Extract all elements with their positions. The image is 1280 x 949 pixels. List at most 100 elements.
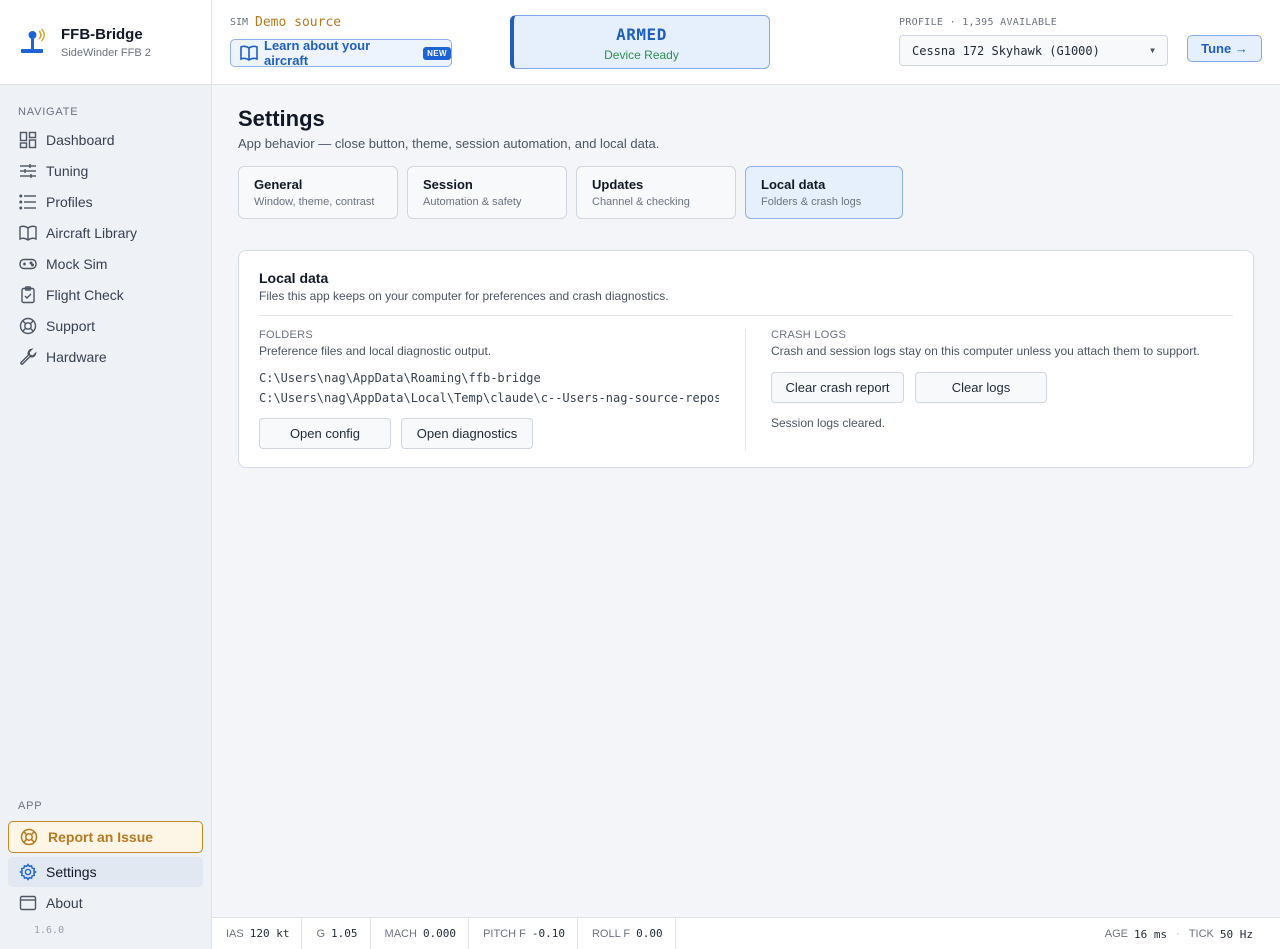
sidebar-item-label: Flight Check	[46, 287, 124, 303]
profile-select[interactable]: Cessna 172 Skyhawk (G1000) ▼	[899, 35, 1168, 66]
age-label: AGE	[1104, 928, 1129, 940]
report-issue-label: Report an Issue	[48, 829, 154, 845]
sidebar-item-label: Aircraft Library	[46, 225, 138, 241]
lifebuoy-icon	[18, 316, 38, 336]
timing-readout: AGE 16 ms · TICK 50 Hz	[1105, 918, 1253, 949]
tab-label: Local data	[761, 177, 826, 192]
sidebar-item-label: Settings	[46, 864, 97, 880]
tab-sublabel: Automation & safety	[423, 196, 522, 208]
mach-value: 0.000	[422, 927, 457, 940]
new-badge: NEW	[423, 46, 451, 60]
device-name: SideWinder FFB 2	[61, 46, 151, 59]
main-content: Settings App behavior — close button, th…	[212, 85, 1280, 917]
book-icon	[240, 44, 258, 62]
clear-crash-report-button[interactable]: Clear crash report	[771, 372, 904, 403]
config-folder-path: C:\Users\nag\AppData\Roaming\ffb-bridge	[259, 371, 541, 385]
card-title: Local data	[259, 270, 329, 286]
dashboard-icon	[18, 130, 38, 150]
crash-logs-description: Crash and session logs stay on this comp…	[771, 344, 1200, 358]
crash-logs-label: CRASH LOGS	[771, 329, 847, 341]
tune-button[interactable]: Tune →	[1187, 35, 1262, 62]
app-heading: APP	[18, 800, 43, 812]
joystick-logo-icon	[18, 27, 48, 57]
wrench-icon	[18, 347, 38, 367]
device-status-text: Device Ready	[604, 48, 679, 62]
temp-folder-path: C:\Users\nag\AppData\Local\Temp\claude\c…	[259, 391, 719, 405]
open-diagnostics-button[interactable]: Open diagnostics	[401, 418, 533, 449]
settings-tabs: General Window, theme, contrast Session …	[238, 166, 903, 219]
roll-label: ROLL F	[591, 927, 631, 940]
page-subtitle: App behavior — close button, theme, sess…	[238, 136, 660, 151]
ias-readout: IAS 120 kt	[212, 917, 303, 949]
age-value: 16 ms	[1134, 927, 1168, 941]
sidebar-item-label: Mock Sim	[46, 256, 108, 272]
brand-header: FFB-Bridge SideWinder FFB 2	[0, 0, 211, 85]
app-name: FFB-Bridge	[61, 25, 143, 43]
mach-label: MACH	[384, 927, 417, 940]
tab-session[interactable]: Session Automation & safety	[407, 166, 567, 219]
folders-label: FOLDERS	[259, 329, 314, 341]
tab-local-data[interactable]: Local data Folders & crash logs	[745, 166, 903, 219]
g-readout: G 1.05	[302, 917, 371, 949]
armed-status-title: ARMED	[616, 25, 667, 44]
pitch-force-readout: PITCH F -0.10	[469, 917, 578, 949]
folders-description: Preference files and local diagnostic ou…	[259, 344, 492, 358]
sidebar-item-settings[interactable]: Settings	[8, 857, 203, 887]
tab-label: Updates	[592, 177, 644, 192]
tab-general[interactable]: General Window, theme, contrast	[238, 166, 398, 219]
column-divider	[745, 329, 746, 450]
sidebar-item-about[interactable]: About	[8, 888, 203, 918]
app-version: 1.6.0	[34, 925, 65, 936]
profile-select-value: Cessna 172 Skyhawk (G1000)	[912, 43, 1100, 58]
clipboard-check-icon	[18, 285, 38, 305]
mach-readout: MACH 0.000	[371, 917, 470, 949]
report-issue-button[interactable]: Report an Issue	[8, 821, 203, 853]
logs-status-message: Session logs cleared.	[771, 416, 886, 430]
sidebar-item-mock-sim[interactable]: Mock Sim	[8, 249, 203, 279]
local-data-card: Local data Files this app keeps on your …	[238, 250, 1254, 468]
sidebar-item-support[interactable]: Support	[8, 311, 203, 341]
tick-label: TICK	[1188, 928, 1214, 940]
sidebar-item-label: Hardware	[46, 349, 107, 365]
tab-label: General	[254, 177, 303, 192]
armed-status-panel: ARMED Device Ready	[510, 15, 770, 69]
sidebar-item-aircraft-library[interactable]: Aircraft Library	[8, 218, 203, 248]
ias-label: IAS	[226, 927, 244, 940]
pitch-value: -0.10	[531, 927, 565, 940]
ias-value: 120 kt	[249, 927, 290, 940]
chevron-down-icon: ▼	[1150, 46, 1155, 55]
tab-sublabel: Channel & checking	[592, 196, 690, 208]
pitch-label: PITCH F	[483, 927, 526, 940]
lifebuoy-icon	[20, 827, 40, 847]
learn-aircraft-label: Learn about your aircraft	[264, 38, 371, 68]
sim-label: SIM	[230, 17, 249, 28]
open-config-button[interactable]: Open config	[259, 418, 391, 449]
window-icon	[18, 893, 38, 913]
sliders-icon	[18, 161, 38, 181]
profile-label: PROFILE · 1,395 AVAILABLE	[899, 17, 1058, 28]
nav-heading: NAVIGATE	[18, 106, 79, 118]
sidebar-item-label: Dashboard	[46, 132, 115, 148]
gamepad-icon	[18, 254, 38, 274]
sidebar-item-dashboard[interactable]: Dashboard	[8, 125, 203, 155]
tab-sublabel: Window, theme, contrast	[254, 196, 375, 208]
page-title: Settings	[238, 106, 325, 131]
clear-logs-button[interactable]: Clear logs	[915, 372, 1047, 403]
sim-source: Demo source	[255, 15, 342, 30]
sidebar-item-label: Support	[46, 318, 96, 334]
sidebar-item-label: Profiles	[46, 194, 93, 210]
sidebar: FFB-Bridge SideWinder FFB 2 NAVIGATE Das…	[0, 0, 212, 949]
tab-sublabel: Folders & crash logs	[761, 196, 862, 208]
learn-aircraft-button[interactable]: Learn about your aircraft NEW	[230, 38, 452, 68]
sidebar-item-label: Tuning	[46, 163, 89, 179]
list-icon	[18, 192, 38, 212]
sidebar-item-profiles[interactable]: Profiles	[8, 187, 203, 217]
sidebar-item-flight-check[interactable]: Flight Check	[8, 280, 203, 310]
top-bar: SIM Demo source Learn about your aircraf…	[212, 0, 1280, 85]
sidebar-item-tuning[interactable]: Tuning	[8, 156, 203, 186]
tab-updates[interactable]: Updates Channel & checking	[576, 166, 736, 219]
sidebar-item-hardware[interactable]: Hardware	[8, 342, 203, 372]
separator-dot: ·	[1176, 928, 1180, 940]
book-icon	[18, 223, 38, 243]
tick-value: 50 Hz	[1219, 927, 1253, 941]
